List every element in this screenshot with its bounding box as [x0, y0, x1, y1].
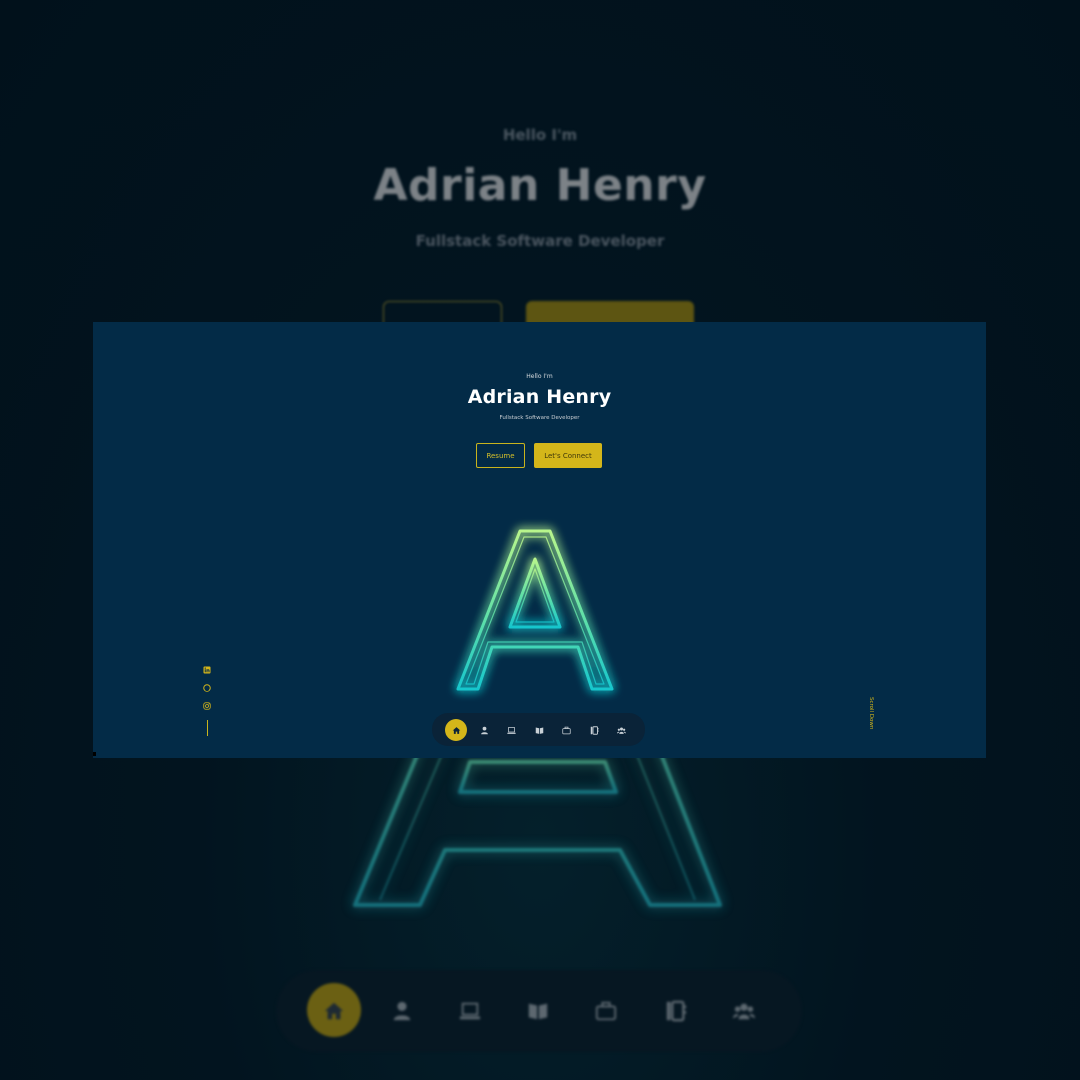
social-divider-line — [207, 720, 208, 736]
bg-home-icon — [324, 1002, 344, 1020]
hero-name: Adrian Henry — [467, 386, 612, 408]
bg-role: Fullstack Software Developer — [415, 232, 665, 250]
resume-button[interactable]: Resume — [476, 443, 525, 468]
lets-connect-button[interactable]: Let's Connect — [534, 443, 602, 468]
nav-about[interactable] — [473, 719, 495, 741]
nav-testimonials[interactable] — [610, 719, 632, 741]
bg-name: Adrian Henry — [373, 160, 707, 211]
neon-monogram-letter-icon — [456, 529, 614, 691]
nav-portfolio[interactable] — [555, 719, 577, 741]
laptop-code-icon — [506, 726, 516, 734]
bg-user-icon — [393, 1001, 411, 1021]
corner-marker — [93, 752, 96, 756]
briefcase-icon — [561, 726, 571, 734]
stage: Hello I'm Adrian Henry Fullstack Softwar… — [0, 0, 1080, 1080]
nav-experience[interactable] — [500, 719, 522, 741]
bg-address-book-icon — [666, 1000, 687, 1022]
user-icon — [480, 726, 488, 734]
home-icon — [452, 726, 460, 734]
hero-role: Fullstack Software Developer — [499, 415, 580, 421]
bg-laptop-code-icon — [459, 1002, 481, 1020]
hero-section: Hello I'm Adrian Henry Fullstack Softwar… — [93, 322, 986, 758]
nav-contact[interactable] — [583, 719, 605, 741]
address-book-icon — [590, 725, 599, 735]
bg-bottom-nav — [276, 970, 802, 1052]
book-open-icon — [535, 727, 543, 734]
nav-home[interactable] — [445, 719, 467, 741]
users-icon — [616, 727, 626, 734]
hero-greeting: Hello I'm — [526, 373, 553, 380]
bg-greeting: Hello I'm — [502, 126, 578, 144]
social-links — [201, 666, 213, 736]
bottom-nav — [432, 713, 645, 746]
bg-users-icon — [733, 1003, 755, 1020]
bg-briefcase-icon — [595, 1001, 617, 1021]
github-icon[interactable] — [203, 684, 211, 692]
bg-book-open-icon — [528, 1003, 548, 1020]
nav-education[interactable] — [528, 719, 550, 741]
linkedin-icon[interactable] — [203, 666, 211, 674]
instagram-icon[interactable] — [203, 702, 211, 710]
scroll-down-link[interactable]: Scroll Down — [864, 697, 874, 729]
